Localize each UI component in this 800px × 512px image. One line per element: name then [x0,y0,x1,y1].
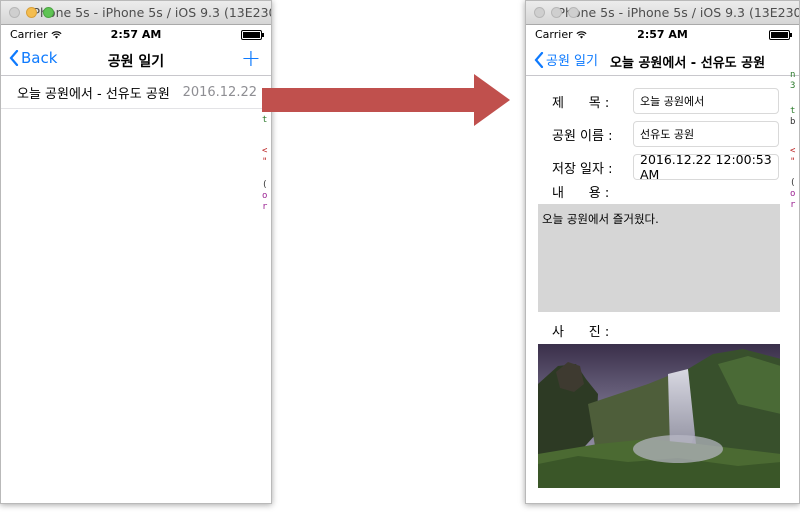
park-label: 공원 이름 : [552,128,613,144]
traffic-lights [9,7,54,18]
title-field[interactable]: 오늘 공원에서 [633,88,779,114]
zoom-window-button[interactable] [568,7,579,18]
title-row: 제 목 : 오늘 공원에서 [538,88,789,114]
date-label: 저장 일자 : [552,161,613,177]
battery-icon [769,30,792,40]
list-item[interactable]: 오늘 공원에서 - 선유도 공원 2016.12.22 [1,76,271,109]
back-chevron-icon [534,51,544,68]
zoom-window-button[interactable] [43,7,54,18]
status-bar: Carrier 2:57 AM [526,25,799,43]
close-window-button[interactable] [9,7,20,18]
traffic-lights [534,7,579,18]
content-row: 내 용 : [538,180,789,202]
list-item-date: 2016.12.22 [182,84,257,100]
plus-icon[interactable]: + [241,44,261,72]
back-button[interactable]: 공원 일기 [534,50,598,69]
simulator-window-detail: iPhone 5s - iPhone 5s / iOS 9.3 (13E230)… [525,0,800,504]
window-titlebar: iPhone 5s - iPhone 5s / iOS 9.3 (13E230) [526,1,799,25]
minimize-window-button[interactable] [551,7,562,18]
battery-icon [241,30,264,40]
navigation-bar: 공원 일기 오늘 공원에서 - 선유도 공원 [526,43,799,76]
status-bar: Carrier 2:57 AM [1,25,271,43]
title-label: 제 목 : [552,95,610,111]
window-titlebar: iPhone 5s - iPhone 5s / iOS 9.3 (13E230) [1,1,271,25]
back-button-label: 공원 일기 [546,54,598,69]
minimize-window-button[interactable] [26,7,37,18]
nav-title: 오늘 공원에서 - 선유도 공원 [610,56,766,71]
park-row: 공원 이름 : 선유도 공원 [538,121,789,147]
nav-title: 공원 일기 [107,54,165,70]
arrow-right-icon [262,74,510,126]
close-window-button[interactable] [534,7,545,18]
date-field[interactable]: 2016.12.22 12:00:53 AM [633,152,779,182]
photo-row: 사 진 : [538,317,789,343]
park-field[interactable]: 선유도 공원 [633,121,779,147]
simulator-window-list: iPhone 5s - iPhone 5s / iOS 9.3 (13E230)… [0,0,272,504]
content-textview[interactable]: 오늘 공원에서 즐거웠다. [538,204,780,312]
photo-label: 사 진 : [552,324,610,340]
date-row: 저장 일자 : 2016.12.22 12:00:53 AM [538,152,789,182]
waterfall-photo [538,344,780,488]
status-time: 2:57 AM [110,28,162,41]
navigation-bar: Back 공원 일기 + [1,43,271,76]
status-time: 2:57 AM [637,28,688,41]
list-item-title: 오늘 공원에서 - 선유도 공원 [17,86,170,102]
content-label: 내 용 : [552,185,610,201]
